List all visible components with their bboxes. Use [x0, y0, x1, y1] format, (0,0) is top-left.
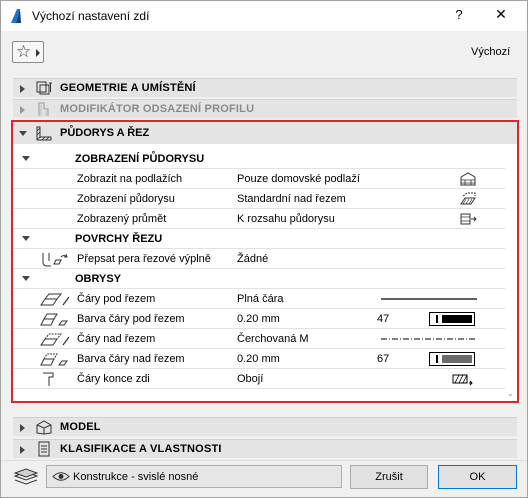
panel-label: MODEL	[60, 421, 101, 433]
chevron-down-icon	[22, 156, 30, 161]
row-value[interactable]: Pouze domovské podlaží	[237, 173, 360, 185]
chevron-right-icon	[20, 446, 25, 454]
row-label: Barva čáry pod řezem	[77, 313, 185, 325]
group-plan-display[interactable]: ZOBRAZENÍ PŮDORYSU	[13, 149, 505, 169]
plan-section-icon	[36, 126, 52, 141]
chevron-right-icon	[20, 106, 25, 114]
row-uncut-lines[interactable]: Čáry pod řezem Plná čára	[13, 289, 505, 309]
row-floor-plan-display[interactable]: Zobrazení půdorysu Standardní nad řezem	[13, 189, 505, 209]
model-icon	[36, 420, 52, 435]
row-label: Zobrazit na podlažích	[77, 173, 183, 185]
chevron-right-icon	[20, 424, 25, 432]
pen-weight-tick	[436, 315, 438, 323]
row-value[interactable]: Žádné	[237, 253, 268, 265]
chevron-right-icon	[36, 49, 40, 57]
row-show-on-stories[interactable]: Zobrazit na podlažích Pouze domovské pod…	[13, 169, 505, 189]
panel-label: KLASIFIKACE A VLASTNOSTI	[60, 443, 222, 455]
panel-label: PŮDORYS A ŘEZ	[60, 127, 150, 139]
panel-geometry[interactable]: GEOMETRIE A UMÍSTĚNÍ	[13, 78, 517, 97]
help-button[interactable]: ?	[449, 7, 469, 25]
chevron-down-icon	[22, 236, 30, 241]
geometry-icon	[36, 81, 52, 95]
pen-number: 67	[377, 353, 390, 365]
row-label: Zobrazený průmět	[77, 213, 167, 225]
eye-icon	[52, 472, 70, 481]
panel-label: MODIFIKÁTOR ODSAZENÍ PROFILU	[60, 103, 255, 115]
chevron-right-icon	[20, 85, 25, 93]
panel-model[interactable]: MODEL	[13, 417, 517, 436]
row-override-cut-fill[interactable]: Přepsat pera řezové výplně Žádné	[13, 249, 505, 269]
dialog-window: Výchozí nastavení zdí ? ✕ ☆ Výchozí GEOM…	[0, 0, 528, 498]
row-label: Čáry konce zdi	[77, 373, 150, 385]
row-label: Čáry nad řezem	[77, 333, 156, 345]
footer-divider	[1, 460, 527, 461]
scrollbar[interactable]: ⌄	[505, 146, 517, 401]
profile-offset-icon	[38, 102, 49, 116]
close-button[interactable]: ✕	[491, 6, 511, 26]
group-label: ZOBRAZENÍ PŮDORYSU	[75, 153, 205, 165]
pen-color-swatch[interactable]	[429, 312, 475, 326]
wall-end-icon	[43, 372, 54, 386]
panel-label: GEOMETRIE A UMÍSTĚNÍ	[60, 82, 196, 94]
row-label: Přepsat pera řezové výplně	[77, 253, 211, 265]
overhead-lines-icon	[40, 333, 70, 346]
star-icon: ☆	[16, 42, 32, 61]
pen-color-fill	[442, 355, 472, 363]
row-label: Čáry pod řezem	[77, 293, 156, 305]
row-value[interactable]: Standardní nad řezem	[237, 193, 346, 205]
window-title: Výchozí nastavení zdí	[32, 9, 150, 23]
row-value[interactable]: 0.20 mm	[237, 313, 280, 325]
row-value[interactable]: Obojí	[237, 373, 263, 385]
row-uncut-line-pen[interactable]: Barva čáry pod řezem 0.20 mm 47	[13, 309, 505, 329]
wall-end-lines-icon	[452, 374, 473, 386]
row-overhead-lines[interactable]: Čáry nad řezem Čerchovaná M	[13, 329, 505, 349]
cut-fill-pen-icon	[42, 253, 68, 267]
row-label: Barva čáry nad řezem	[77, 353, 185, 365]
row-value[interactable]: Plná čára	[237, 293, 283, 305]
uncut-lines-icon	[40, 293, 70, 306]
archicad-logo-icon	[11, 9, 21, 23]
group-label: POVRCHY ŘEZU	[75, 233, 163, 245]
pen-color-swatch[interactable]	[429, 352, 475, 366]
chevron-down-icon	[19, 131, 27, 136]
pen-number: 47	[377, 313, 390, 325]
row-wall-end-lines[interactable]: Čáry konce zdi Obojí	[13, 369, 505, 389]
plan-display-icon	[460, 192, 476, 205]
layer-select[interactable]: Konstrukce - svislé nosné	[46, 465, 342, 488]
chevron-down-icon	[22, 276, 30, 281]
stories-icon	[460, 172, 476, 186]
uncut-pen-icon	[40, 313, 68, 326]
pen-color-fill	[442, 315, 472, 323]
layers-icon	[13, 468, 39, 485]
title-bar: Výchozí nastavení zdí ? ✕	[1, 1, 527, 31]
row-overhead-line-pen[interactable]: Barva čáry nad řezem 0.20 mm 67	[13, 349, 505, 369]
default-label: Výchozí	[471, 46, 511, 58]
row-label: Zobrazení půdorysu	[77, 193, 175, 205]
pen-weight-tick	[436, 355, 438, 363]
row-value[interactable]: Čerchovaná M	[237, 333, 309, 345]
panel-offset-modifier: MODIFIKÁTOR ODSAZENÍ PROFILU	[13, 99, 517, 118]
overhead-pen-icon	[40, 353, 68, 366]
panel-classification[interactable]: KLASIFIKACE A VLASTNOSTI	[13, 439, 517, 458]
panel-plan-and-section[interactable]: PŮDORYS A ŘEZ	[13, 122, 517, 144]
row-value[interactable]: 0.20 mm	[237, 353, 280, 365]
layer-name: Konstrukce - svislé nosné	[73, 471, 199, 483]
solid-line-sample	[381, 298, 477, 300]
cancel-button[interactable]: Zrušit	[350, 465, 428, 489]
dash-dot-line-sample	[381, 338, 477, 340]
projection-icon	[460, 213, 477, 225]
classification-icon	[38, 441, 50, 457]
group-cut-surfaces[interactable]: POVRCHY ŘEZU	[13, 229, 505, 249]
ok-button[interactable]: OK	[438, 465, 517, 489]
favorites-button[interactable]: ☆	[12, 41, 44, 63]
group-label: OBRYSY	[75, 273, 122, 285]
group-outlines[interactable]: OBRYSY	[13, 269, 505, 289]
scroll-down-icon[interactable]: ⌄	[507, 390, 515, 398]
row-value[interactable]: K rozsahu půdorysu	[237, 213, 335, 225]
row-show-projection[interactable]: Zobrazený průmět K rozsahu půdorysu	[13, 209, 505, 229]
